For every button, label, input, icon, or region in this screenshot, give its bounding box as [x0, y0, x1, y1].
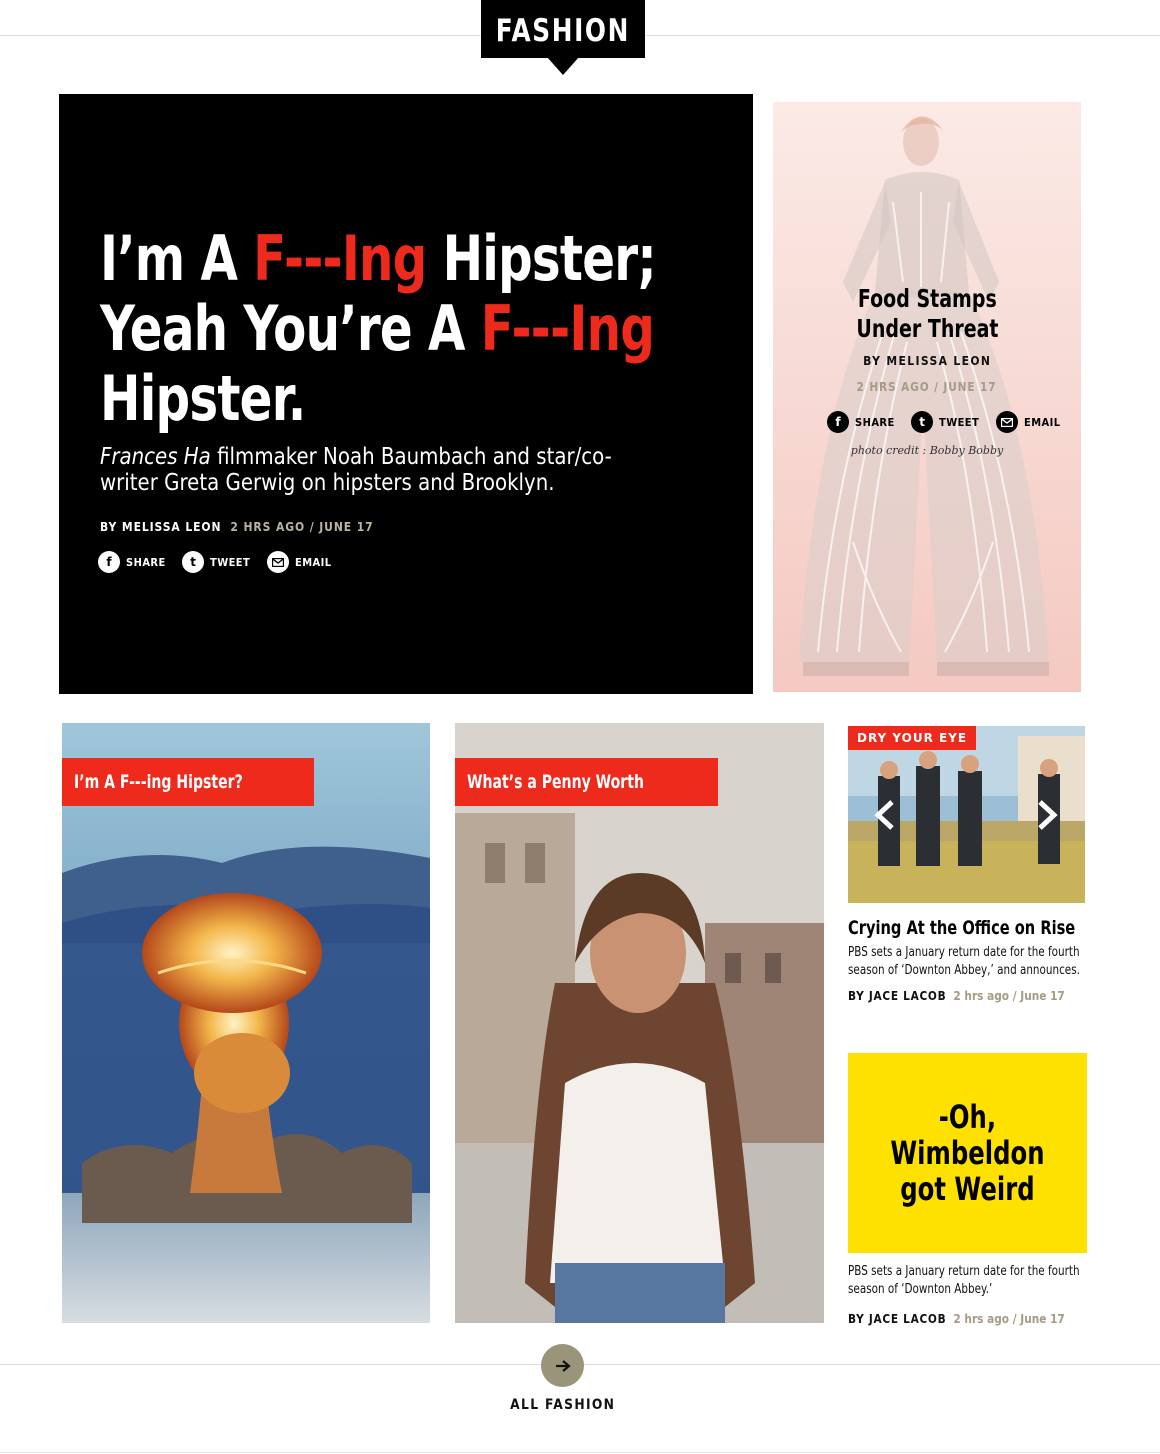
tweet-label: TWEET	[939, 415, 980, 429]
photo-credit: photo credit : Bobby Bobby	[850, 444, 1004, 457]
story-tag-text: What’s a Penny Worth	[467, 771, 644, 793]
hero-author[interactable]: BY MELISSA LEON	[100, 520, 221, 534]
side-headline-line: Under Threat	[855, 314, 999, 343]
section-title: FASHION	[495, 13, 631, 49]
yellow-headline-line: Wimbeldon	[890, 1134, 1045, 1172]
twitter-icon: t	[182, 551, 205, 573]
gallery-tag[interactable]: DRY YOUR EYE	[848, 726, 977, 750]
yellow-byline: BY JACE LACOB 2 hrs ago / June 17	[848, 1312, 1065, 1326]
story-card-hipster[interactable]: I’m A F---ing Hipster?	[62, 723, 430, 1323]
share-button[interactable]: f SHARE	[98, 551, 170, 573]
hero-share-row: f SHARE t TWEET EMAIL	[98, 551, 347, 573]
side-timestamp: 2 HRS AGO / JUNE 17	[773, 380, 1081, 394]
gallery-headline[interactable]: Crying At the Office on Rise	[848, 917, 1143, 939]
gallery-headline-text: Crying At the Office on Rise	[848, 917, 1076, 939]
chevron-left-icon[interactable]	[870, 798, 904, 832]
side-byline[interactable]: BY MELISSA LEON	[773, 354, 1081, 368]
side-share-row: f SHARE t TWEET EMAIL	[827, 411, 1076, 433]
hero-dek-title: Frances Ha	[100, 444, 211, 470]
hero-dek: Frances Ha filmmaker Noah Baumbach and s…	[100, 444, 650, 496]
tweet-button[interactable]: t TWEET	[911, 411, 984, 433]
headline-part: Hipster;	[426, 222, 657, 295]
yellow-headline: -Oh, Wimbeldon got Weird	[890, 1099, 1044, 1207]
page-bottom-divider	[0, 1452, 1160, 1453]
gallery-byline: BY JACE LACOB 2 hrs ago / June 17	[848, 989, 1065, 1003]
headline-part: Yeah You’re A	[100, 292, 481, 365]
side-author: BY MELISSA LEON	[862, 354, 992, 368]
hero-feature[interactable]: I’m A F---Ing Hipster; Yeah You’re A F--…	[59, 94, 753, 694]
side-headline-line: Food Stamps	[857, 284, 997, 313]
headline-part: I’m A	[100, 222, 254, 295]
story-card-penny[interactable]: What’s a Penny Worth	[455, 723, 824, 1323]
yellow-timestamp: 2 hrs ago / June 17	[953, 1312, 1065, 1326]
tweet-button[interactable]: t TWEET	[182, 551, 255, 573]
gallery-author[interactable]: BY JACE LACOB	[848, 989, 946, 1003]
email-label: EMAIL	[294, 555, 332, 569]
portrait-image	[455, 723, 824, 1323]
gallery-timestamp: 2 hrs ago / June 17	[953, 989, 1065, 1003]
facebook-icon: f	[98, 551, 120, 573]
yellow-headline-line: -Oh,	[938, 1098, 997, 1136]
hero-timestamp: 2 HRS AGO / JUNE 17	[230, 520, 374, 534]
yellow-story-card[interactable]: -Oh, Wimbeldon got Weird	[848, 1053, 1087, 1253]
yellow-author[interactable]: BY JACE LACOB	[848, 1312, 946, 1326]
side-feature-image	[773, 102, 1081, 692]
email-icon	[266, 551, 289, 573]
all-fashion-label: ALL FASHION	[509, 1397, 616, 1413]
side-feature[interactable]: Food Stamps Under Threat BY MELISSA LEON…	[773, 102, 1081, 692]
share-label: SHARE	[126, 555, 166, 569]
share-button[interactable]: f SHARE	[827, 411, 899, 433]
side-headline[interactable]: Food Stamps Under Threat	[773, 284, 1081, 344]
side-time-text: 2 HRS AGO / JUNE 17	[857, 380, 997, 394]
gallery-slideshow[interactable]: DRY YOUR EYE	[848, 726, 1085, 903]
twitter-icon: t	[911, 411, 934, 433]
story-tag-text: I’m A F---ing Hipster?	[74, 771, 243, 793]
hero-headline[interactable]: I’m A F---Ing Hipster; Yeah You’re A F--…	[100, 224, 802, 434]
facebook-icon: f	[827, 411, 849, 433]
arrow-right-icon	[555, 1359, 571, 1372]
email-icon	[995, 411, 1018, 433]
gallery-dek: PBS sets a January return date for the f…	[848, 945, 1080, 978]
email-label: EMAIL	[1023, 415, 1061, 429]
yellow-dek: PBS sets a January return date for the f…	[848, 1264, 1080, 1297]
headline-part: Hipster.	[100, 362, 306, 435]
hero-byline: BY MELISSA LEON 2 HRS AGO / JUNE 17	[100, 520, 374, 534]
section-tab[interactable]: FASHION	[481, 0, 645, 76]
story-tag[interactable]: I’m A F---ing Hipster?	[62, 758, 315, 806]
chevron-right-icon[interactable]	[1028, 798, 1062, 832]
all-fashion-link[interactable]: ALL FASHION	[470, 1397, 655, 1413]
all-fashion-button[interactable]	[541, 1344, 584, 1387]
headline-highlight: F---Ing	[480, 292, 655, 365]
email-button[interactable]: EMAIL	[266, 551, 336, 573]
headline-highlight: F---Ing	[253, 222, 427, 295]
email-button[interactable]: EMAIL	[995, 411, 1065, 433]
explosion-image	[62, 723, 430, 1323]
story-tag[interactable]: What’s a Penny Worth	[455, 758, 719, 806]
share-label: SHARE	[855, 415, 895, 429]
tweet-label: TWEET	[210, 555, 251, 569]
yellow-headline-line: got Weird	[900, 1170, 1035, 1208]
